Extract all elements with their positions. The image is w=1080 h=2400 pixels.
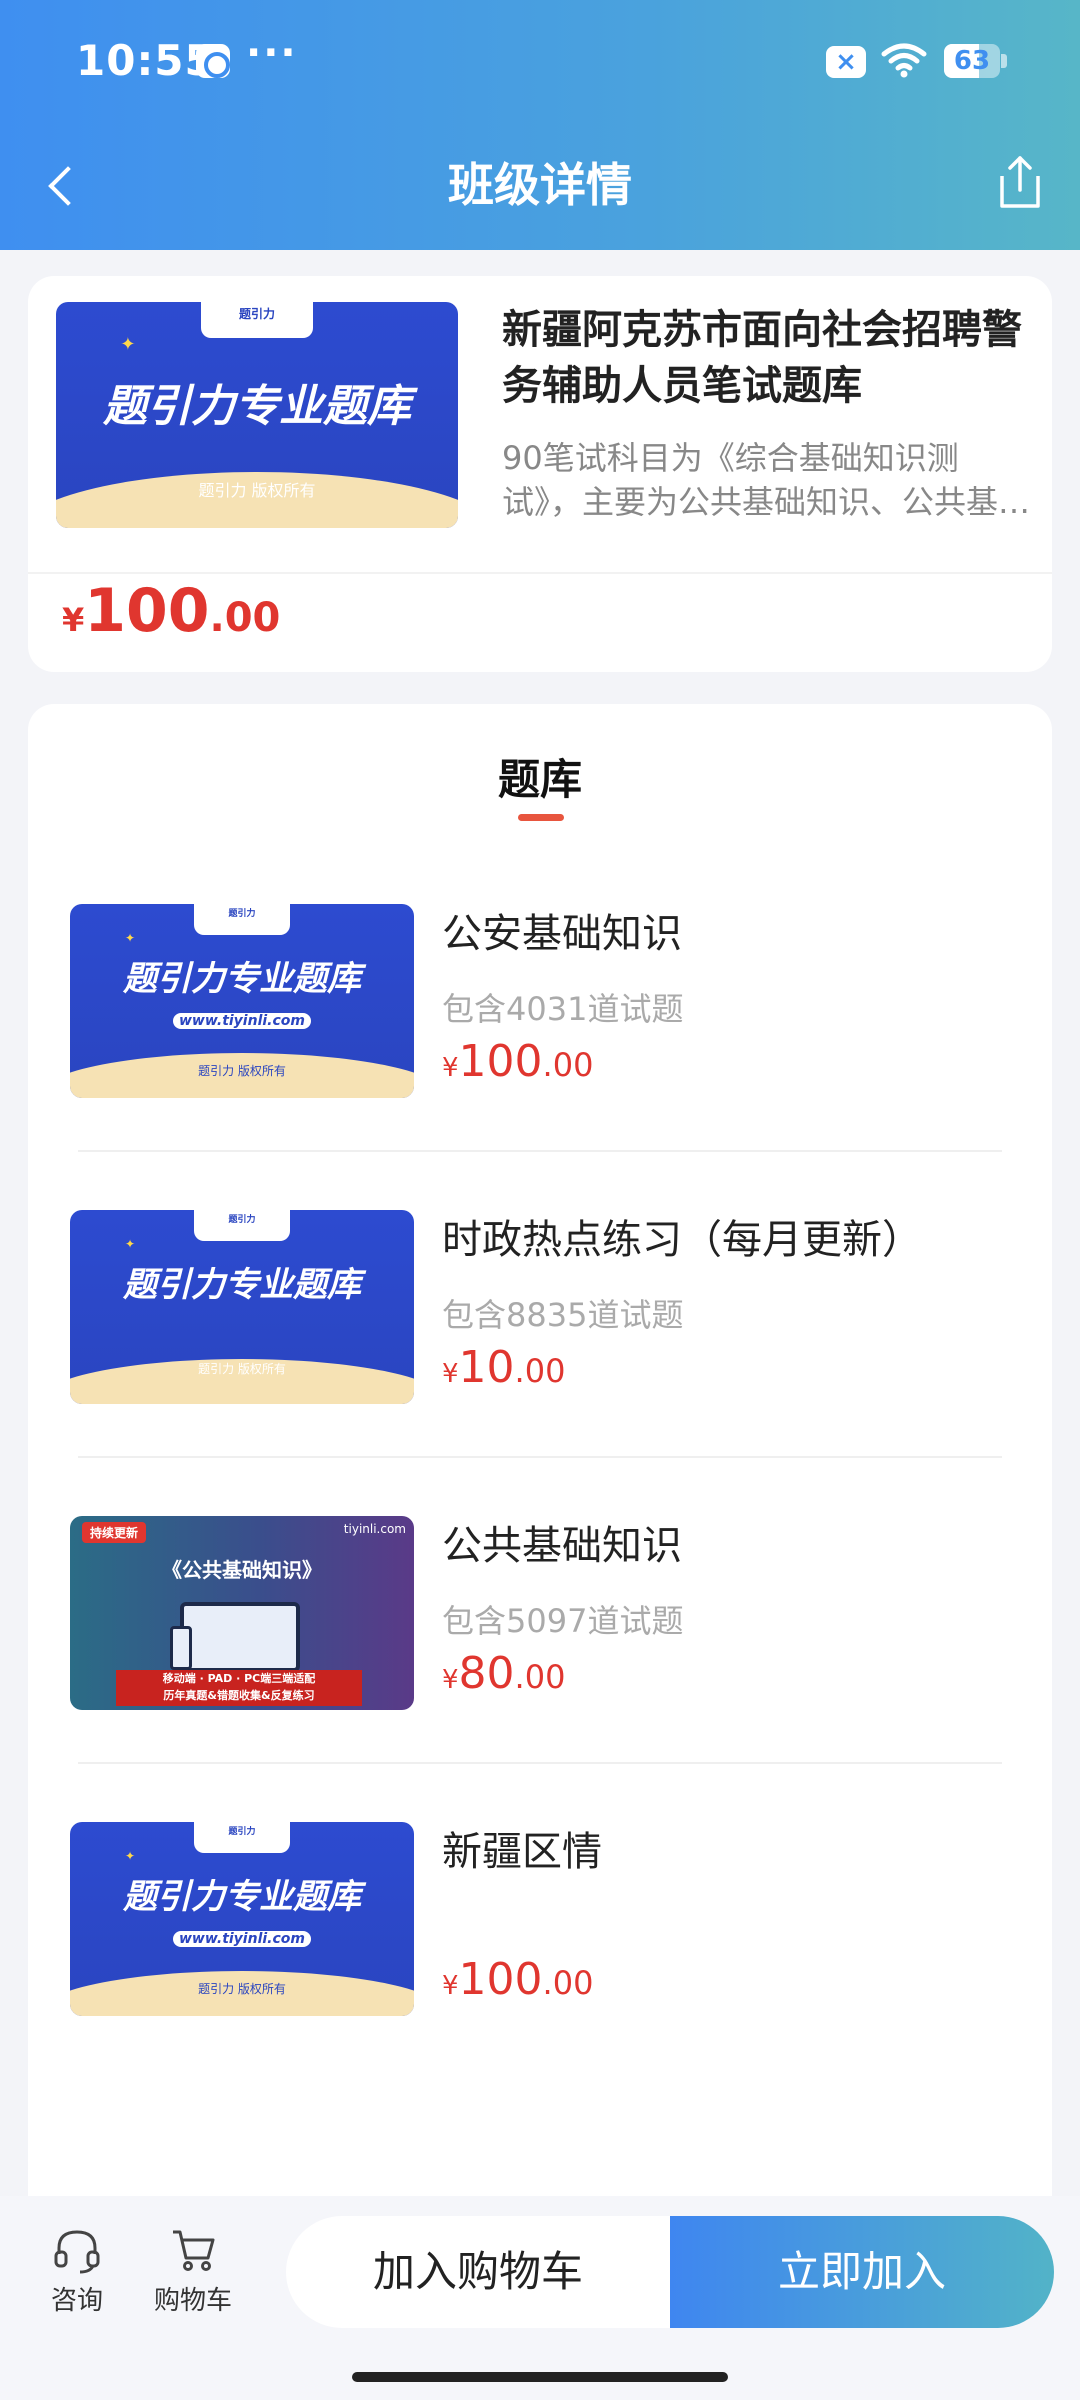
cover-logo: 题引力 (193, 1210, 291, 1242)
wifi-icon (881, 43, 927, 78)
cover-copyright: 题引力 版权所有 (198, 1063, 286, 1078)
bank-title: 公共基础知识 (442, 1523, 682, 1569)
cover-title: 题引力专业题库 (103, 380, 411, 432)
class-description: 90笔试科目为《综合基础知识测试》，主要为公共基础知识、公共基础知识、公共基础知… (502, 439, 1031, 521)
bank-title: 新疆区情 (442, 1829, 602, 1875)
status-time: 10:55 (76, 36, 215, 85)
cover-tag: 持续更新 (82, 1522, 147, 1543)
cart-button[interactable]: 购物车 (138, 2226, 248, 2336)
cover-url: www.tiyinli.com (173, 1930, 311, 1947)
consult-button[interactable]: 咨询 (22, 2226, 132, 2336)
share-icon (1000, 156, 1040, 208)
bank-price: ¥10.00 (442, 1342, 566, 1393)
battery-tip (1001, 54, 1007, 68)
bank-title: 公安基础知识 (442, 911, 682, 957)
app-notification-icon (196, 44, 230, 78)
cart-icon (173, 2230, 215, 2271)
bank-cover-image: ✦ 题引力 题引力专业题库 题引力 版权所有 (70, 1210, 414, 1404)
share-button[interactable] (992, 150, 1048, 214)
bank-title: 时政热点练习（每月更新） (442, 1217, 922, 1263)
bank-count: 包含8835道试题 (442, 1296, 684, 1334)
tab-indicator (518, 814, 564, 821)
sim-off-icon: × (826, 46, 866, 78)
class-name: 新疆阿克苏市面向社会招聘警务辅助人员笔试题库 (502, 307, 1022, 409)
question-bank-section: 题库 ✦ 题引力 题引力专业题库 www.tiyinli.com 题引力 版权所… (28, 704, 1052, 2204)
bank-price: ¥100.00 (442, 1036, 594, 1087)
more-notifications-icon: ··· (246, 30, 298, 76)
headset-icon (54, 2230, 100, 2274)
phone-icon (170, 1626, 192, 1670)
price-currency: ¥ (62, 601, 85, 639)
purchase-buttons: 加入购物车 立即加入 (286, 2216, 1054, 2328)
cover-copyright: 题引力 版权所有 (198, 480, 316, 500)
header: 10:55 ··· × 63 班级详情 (0, 0, 1080, 250)
cover-banner: 移动端 · PAD · PC端三端适配 历年真题&错题收集&反复练习 (116, 1670, 362, 1706)
cover-copyright: 题引力 版权所有 (198, 1981, 286, 1996)
list-item[interactable]: ✦ 题引力 题引力专业题库 www.tiyinli.com 题引力 版权所有 新… (28, 1822, 1052, 2126)
cover-logo: 题引力 (193, 904, 291, 936)
cart-label: 购物车 (153, 2286, 232, 2316)
section-title[interactable]: 题库 (28, 746, 1052, 807)
price-integer: 100 (84, 576, 210, 646)
divider (78, 1762, 1002, 1764)
class-card: ✦ 题引力 题引力专业题库 题引力 版权所有 新疆阿克苏市面向社会招聘警务辅助人… (28, 276, 1052, 672)
bank-count: 包含5097道试题 (442, 1602, 684, 1640)
bank-count: 包含4031道试题 (442, 990, 684, 1028)
divider (78, 1456, 1002, 1458)
class-price: ¥100.00 (62, 576, 280, 646)
cover-title: 《公共基础知识》 (162, 1558, 322, 1582)
cover-logo: 题引力 (200, 302, 314, 339)
price-decimal: .00 (209, 595, 281, 641)
class-cover-image: ✦ 题引力 题引力专业题库 题引力 版权所有 (56, 302, 458, 528)
join-now-button[interactable]: 立即加入 (670, 2216, 1054, 2328)
cover-title: 题引力专业题库 (123, 958, 361, 999)
cover-url: www.tiyinli.com (173, 1012, 311, 1029)
cover-logo: 题引力 (193, 1822, 291, 1854)
list-item[interactable]: ✦ 题引力 题引力专业题库 www.tiyinli.com 题引力 版权所有 公… (28, 904, 1052, 1208)
list-item[interactable]: 持续更新 tiyinli.com 《公共基础知识》 移动端 · PAD · PC… (28, 1516, 1052, 1820)
laptop-icon (180, 1602, 300, 1672)
bank-price: ¥100.00 (442, 1954, 594, 2005)
battery-icon: 63 (944, 44, 1000, 78)
bank-cover-image: 持续更新 tiyinli.com 《公共基础知识》 移动端 · PAD · PC… (70, 1516, 414, 1710)
status-bar: 10:55 ··· × 63 (0, 0, 1080, 120)
cover-copyright: 题引力 版权所有 (198, 1361, 286, 1376)
consult-label: 咨询 (50, 2286, 103, 2316)
bank-price: ¥80.00 (442, 1648, 566, 1699)
bank-cover-image: ✦ 题引力 题引力专业题库 www.tiyinli.com 题引力 版权所有 (70, 1822, 414, 2016)
list-item[interactable]: ✦ 题引力 题引力专业题库 题引力 版权所有 时政热点练习（每月更新） 包含88… (28, 1210, 1052, 1514)
page-title: 班级详情 (448, 158, 632, 212)
cover-title: 题引力专业题库 (123, 1264, 361, 1305)
bank-cover-image: ✦ 题引力 题引力专业题库 www.tiyinli.com 题引力 版权所有 (70, 904, 414, 1098)
cover-title: 题引力专业题库 (123, 1876, 361, 1917)
bottom-action-bar: 咨询 购物车 加入购物车 立即加入 (0, 2196, 1080, 2400)
battery-level: 63 (953, 46, 991, 76)
cover-site: tiyinli.com (343, 1522, 406, 1536)
add-to-cart-button[interactable]: 加入购物车 (286, 2216, 670, 2328)
divider (78, 1150, 1002, 1152)
divider (28, 572, 1052, 574)
home-indicator[interactable] (352, 2372, 728, 2382)
